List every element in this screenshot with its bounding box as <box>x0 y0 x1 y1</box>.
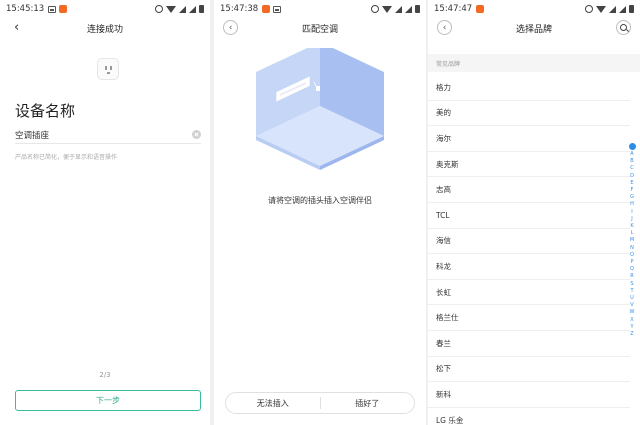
title-bar: ‹ 连接成功 <box>0 17 210 39</box>
device-name-input[interactable]: 空调插座 <box>15 126 201 144</box>
brand-item[interactable]: 春兰 <box>428 331 630 357</box>
index-letter[interactable]: V <box>630 302 633 309</box>
index-letter[interactable]: G <box>630 194 634 201</box>
app-notification-icon <box>59 5 68 13</box>
index-letter[interactable]: N <box>630 245 634 252</box>
connect-success-screen: 15:45:13 ‹ 连接成功 设备名称 空调插座 产品名称已简化，便于显示和语… <box>0 0 210 425</box>
plug-icon <box>97 58 119 80</box>
index-letter[interactable]: C <box>630 165 634 172</box>
page-title: 匹配空调 <box>301 24 338 35</box>
brand-item[interactable]: 新科 <box>428 382 630 408</box>
signal-icon <box>179 5 186 13</box>
index-letter[interactable]: R <box>630 273 633 280</box>
index-letter[interactable]: S <box>630 281 633 288</box>
signal-icon <box>189 5 196 13</box>
page-title: 选择品牌 <box>515 24 552 35</box>
battery-icon <box>199 5 204 13</box>
alarm-icon <box>155 5 163 13</box>
index-letter[interactable]: I <box>631 209 632 216</box>
section-header: 常见品牌 <box>428 54 640 72</box>
wifi-icon <box>166 5 176 13</box>
index-letter[interactable]: D <box>630 173 634 180</box>
brand-item[interactable]: 美的 <box>428 101 630 127</box>
index-letter[interactable]: K <box>630 223 633 230</box>
app-notification-icon <box>476 5 485 13</box>
brand-item[interactable]: 格力 <box>428 75 630 101</box>
cannot-insert-button[interactable]: 无法插入 <box>226 393 320 413</box>
index-letter[interactable]: E <box>630 180 633 187</box>
inserted-button[interactable]: 插好了 <box>321 393 415 413</box>
index-letter[interactable]: L <box>631 230 634 237</box>
match-ac-screen: 15:47:38 ‹ 匹配空调 请将空调的插头插入空调伴侣 无法插入 插好了 <box>214 0 426 425</box>
status-time: 15:47:47 <box>434 4 473 14</box>
signal-icon <box>619 5 626 13</box>
action-buttons: 无法插入 插好了 <box>225 392 415 414</box>
search-icon[interactable] <box>616 20 631 35</box>
signal-icon <box>609 5 616 13</box>
index-letter[interactable]: P <box>630 259 633 266</box>
status-bar: 15:47:38 <box>214 0 426 18</box>
brand-item[interactable]: 格兰仕 <box>428 305 630 331</box>
index-letter[interactable]: Z <box>630 331 633 338</box>
brand-item[interactable]: 长虹 <box>428 280 630 306</box>
brand-item[interactable]: 海信 <box>428 229 630 255</box>
index-letter[interactable]: W <box>630 309 635 316</box>
status-bar: 15:47:47 <box>428 0 640 18</box>
alarm-icon <box>585 5 593 13</box>
battery-icon <box>629 5 634 13</box>
alphabet-index[interactable]: ABCDEFGHIJKLMNOPQRSTUVWXYZ <box>628 143 636 338</box>
battery-icon <box>415 5 420 13</box>
index-letter[interactable]: B <box>630 158 633 165</box>
step-indicator: 2/3 <box>99 371 111 379</box>
title-bar: ‹ 匹配空调 <box>214 17 426 39</box>
status-time: 15:47:38 <box>220 4 259 14</box>
app-notification-icon <box>262 5 271 13</box>
index-letter[interactable]: M <box>630 237 634 244</box>
index-letter[interactable]: Y <box>630 324 633 331</box>
signal-icon <box>405 5 412 13</box>
brand-item[interactable]: 松下 <box>428 357 630 383</box>
index-letter[interactable]: H <box>630 201 634 208</box>
select-brand-screen: 15:47:47 ‹ 选择品牌 常见品牌 格力 美的 海尔 奥克斯 志高 TCL 海信 科龙长… <box>428 0 640 425</box>
plug-instruction: 请将空调的插头插入空调伴侣 <box>268 196 372 205</box>
wifi-icon <box>382 5 392 13</box>
brand-list: 格力 美的 海尔 奥克斯 志高 TCL 海信 科龙 长虹 格兰仕 春兰 松下 新科 LG 乐金 <box>428 75 640 425</box>
index-letter[interactable]: X <box>630 317 633 324</box>
index-letter[interactable]: A <box>630 151 633 158</box>
alarm-icon <box>371 5 379 13</box>
back-arrow-icon[interactable]: ‹ <box>223 20 238 35</box>
brand-item[interactable]: TCL <box>428 203 630 229</box>
clear-icon[interactable] <box>192 130 201 139</box>
image-notification-icon <box>48 5 57 13</box>
index-letter[interactable]: T <box>630 288 633 295</box>
title-bar: ‹ 选择品牌 <box>428 17 640 39</box>
brand-item[interactable]: 海尔 <box>428 126 630 152</box>
next-button[interactable]: 下一步 <box>15 390 201 411</box>
brand-item[interactable]: 志高 <box>428 177 630 203</box>
page-title: 连接成功 <box>86 24 123 35</box>
index-common-icon[interactable] <box>628 143 636 150</box>
index-letter[interactable]: F <box>631 187 634 194</box>
index-letter[interactable]: J <box>631 216 632 223</box>
back-arrow-icon[interactable]: ‹ <box>437 20 452 35</box>
index-letter[interactable]: O <box>630 252 634 259</box>
device-name-value: 空调插座 <box>15 130 50 141</box>
device-name-heading: 设备名称 <box>15 102 76 120</box>
back-arrow-icon[interactable]: ‹ <box>14 20 19 36</box>
brand-item[interactable]: 奥克斯 <box>428 152 630 178</box>
signal-icon <box>395 5 402 13</box>
image-notification-icon <box>273 5 282 13</box>
brand-item[interactable]: 科龙 <box>428 254 630 280</box>
status-bar: 15:45:13 <box>0 0 210 18</box>
status-time: 15:45:13 <box>6 4 45 14</box>
room-illustration <box>256 48 384 170</box>
wifi-icon <box>596 5 606 13</box>
index-letter[interactable]: Q <box>630 266 634 273</box>
brand-item[interactable]: LG 乐金 <box>428 408 630 425</box>
index-letter[interactable]: U <box>630 295 634 302</box>
name-hint: 产品名称已简化，便于显示和语音操作 <box>15 154 118 161</box>
